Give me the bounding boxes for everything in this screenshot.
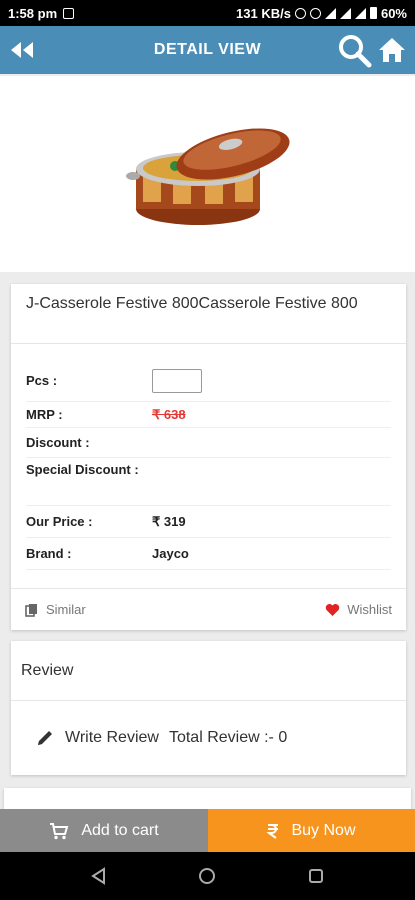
brand-label: Brand : [26,545,72,561]
product-actions: Similar Wishlist [11,588,406,630]
pencil-icon [38,731,52,745]
review-title: Review [11,641,406,701]
wishlist-button[interactable]: Wishlist [325,602,392,617]
product-detail-card: J-Casserole Festive 800Casserole Festive… [11,284,406,630]
pcs-input[interactable] [152,368,202,393]
product-image-container[interactable] [0,76,415,272]
pcs-label: Pcs : [26,372,58,388]
mrp-row: MRP : ₹ 638 [26,402,391,428]
app-bar: DETAIL VIEW [0,26,415,74]
double-chevron-left-icon [11,42,33,58]
search-icon [339,35,372,68]
bottom-action-bar: Add to cart Buy Now [0,809,415,852]
our-price-row: Our Price : ₹ 319 [26,506,391,538]
gallery-notification-icon [63,7,75,19]
review-card: Review Write Review Total Review :- 0 [11,641,406,775]
back-button[interactable] [0,26,44,74]
review-body: Write Review Total Review :- 0 [11,701,406,775]
network-speed: 131 KB/s [236,5,291,21]
special-discount-label: Special Discount : [26,462,139,477]
add-to-cart-button[interactable]: Add to cart [0,809,208,852]
discount-row: Discount : [26,428,391,458]
copy-icon [25,603,37,617]
bluetooth-icon [309,7,321,19]
our-price-label: Our Price : [26,513,93,529]
status-bar: 1:58 pm 131 KB/s 60% [0,0,415,26]
similar-label: Similar [46,602,86,617]
wishlist-label: Wishlist [347,602,392,617]
add-to-cart-label: Add to cart [81,821,159,839]
buy-now-label: Buy Now [291,821,356,839]
special-discount-row: Special Discount : [26,462,391,506]
rupee-icon [267,823,279,839]
product-image [125,128,290,225]
similar-button[interactable]: Similar [25,602,86,617]
status-time: 1:58 pm [8,5,58,21]
home-icon [379,38,405,62]
cart-icon [50,822,69,839]
product-name: J-Casserole Festive 800Casserole Festive… [11,284,406,344]
nav-back-icon[interactable] [90,867,108,885]
brand-row: Brand : Jayco [26,538,391,570]
pcs-row: Pcs : [26,360,391,402]
signal-icon [339,7,351,19]
total-review-count: Total Review :- 0 [168,729,288,746]
our-price-value: ₹ 319 [152,513,186,529]
brand-value: Jayco [152,545,189,561]
wifi-icon [324,7,336,19]
battery-level: 60% [380,5,407,21]
search-button[interactable] [337,33,373,69]
buy-now-button[interactable]: Buy Now [208,809,415,852]
system-nav-bar [0,852,415,900]
alarm-icon [294,7,306,19]
mrp-value: ₹ 638 [152,406,186,422]
home-button[interactable] [377,35,409,67]
discount-label: Discount : [26,434,90,450]
nav-recents-icon[interactable] [307,867,325,885]
mrp-label: MRP : [26,406,63,422]
write-review-button[interactable]: Write Review [65,729,159,747]
signal-2-icon [354,7,366,19]
heart-icon [325,603,340,616]
nav-home-icon[interactable] [198,867,216,885]
battery-icon [369,7,377,19]
